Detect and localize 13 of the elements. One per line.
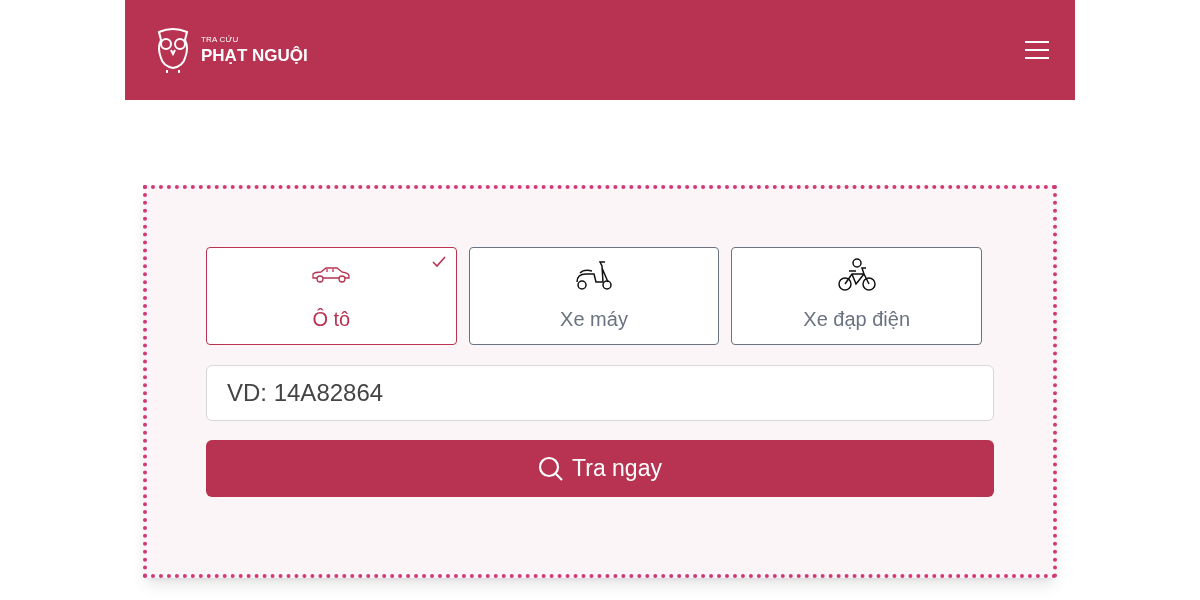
search-icon: [538, 455, 565, 482]
menu-icon[interactable]: [1025, 41, 1049, 59]
logo-subtitle: TRA CỨU: [201, 36, 240, 44]
vehicle-option[interactable]: Xe đạp điện: [731, 247, 982, 345]
car-icon: [311, 266, 352, 284]
check-icon: [431, 256, 446, 268]
vehicle-option[interactable]: Xe máy: [468, 247, 720, 345]
scooter-icon: [574, 258, 614, 292]
plate-input[interactable]: VD: 14A82864: [206, 365, 994, 421]
logo-title: PHẠT NGUỘI: [201, 47, 308, 64]
vehicle-option[interactable]: Ô tô: [206, 247, 457, 345]
ebike-icon: [836, 258, 877, 292]
search-button[interactable]: Tra ngay: [206, 440, 994, 497]
